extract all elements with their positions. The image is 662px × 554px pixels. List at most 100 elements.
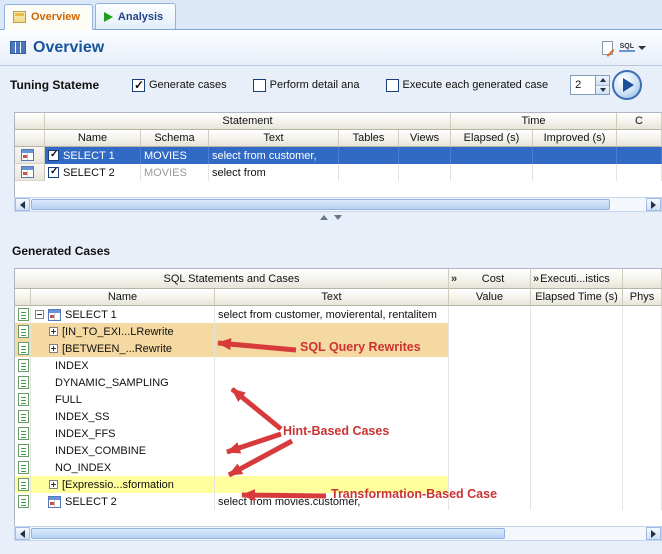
statement-row-select2[interactable]: SELECT 2 MOVIES select from — [15, 164, 662, 181]
case-count-stepper[interactable]: 2 — [570, 75, 610, 95]
tab-overview[interactable]: Overview — [4, 4, 93, 30]
checkbox-checked-icon[interactable] — [132, 79, 145, 92]
scrollbar-track[interactable] — [30, 527, 646, 540]
case-name-cell[interactable]: INDEX_COMBINE — [31, 442, 215, 459]
column-header-views[interactable]: Views — [399, 130, 451, 147]
case-row-hint[interactable]: INDEX_FFS — [15, 425, 662, 442]
perform-detail-checkbox[interactable]: Perform detail ana — [253, 79, 360, 92]
case-row-rewrite[interactable]: [IN_TO_EXI...LRewrite — [15, 323, 662, 340]
case-row-transformation[interactable]: [Expressio...sformation — [15, 476, 662, 493]
stepper-down-button[interactable] — [596, 85, 609, 95]
tab-analysis[interactable]: Analysis — [95, 3, 176, 29]
plan-doc-icon — [18, 359, 29, 372]
sql-menu-button[interactable]: SQL — [619, 38, 646, 58]
column-header-value[interactable]: Value — [449, 289, 531, 306]
row-icon-cell — [15, 340, 31, 357]
column-header-name[interactable]: Name — [45, 130, 141, 147]
case-name: NO_INDEX — [55, 462, 111, 474]
column-header-elapsed-time[interactable]: Elapsed Time (s) — [531, 289, 623, 306]
splitter-up-icon[interactable] — [320, 215, 328, 220]
scrollbar-track[interactable] — [30, 198, 646, 211]
generate-cases-checkbox[interactable]: Generate cases — [132, 79, 227, 92]
up-arrow-icon — [600, 78, 606, 82]
column-header-schema[interactable]: Schema — [141, 130, 209, 147]
statement-text-cell: select from — [209, 164, 339, 181]
column-header-elapsed[interactable]: Elapsed (s) — [451, 130, 533, 147]
column-header-text[interactable]: Text — [215, 289, 449, 306]
row-header-cell[interactable] — [15, 164, 45, 181]
column-header-text[interactable]: Text — [209, 130, 339, 147]
case-row-rewrite[interactable]: [BETWEEN_...Rewrite — [15, 340, 662, 357]
column-header-improved[interactable]: Improved (s) — [533, 130, 617, 147]
case-name-cell[interactable]: NO_INDEX — [31, 459, 215, 476]
collapse-chevron-icon[interactable]: » — [533, 273, 539, 285]
case-name-cell[interactable]: [IN_TO_EXI...LRewrite — [31, 323, 215, 340]
column-header-tables[interactable]: Tables — [339, 130, 399, 147]
case-row-select2[interactable]: SELECT 2 select from movies.customer, — [15, 493, 662, 510]
scrollbar-thumb[interactable] — [31, 528, 505, 539]
expander-plus-icon[interactable] — [49, 480, 58, 489]
group-header-statement[interactable]: Statement — [45, 113, 451, 130]
case-name-cell[interactable]: SELECT 2 — [31, 493, 215, 510]
corner-header-cell — [15, 113, 45, 130]
stepper-up-button[interactable] — [596, 76, 609, 85]
expander-minus-icon[interactable] — [35, 310, 44, 319]
case-count-value[interactable]: 2 — [571, 76, 595, 94]
grid-icon — [10, 41, 26, 54]
perform-detail-label: Perform detail ana — [270, 79, 360, 91]
row-icon-cell — [15, 459, 31, 476]
case-name-cell[interactable]: INDEX — [31, 357, 215, 374]
column-header-phys[interactable]: Phys — [623, 289, 662, 306]
row-header-cell[interactable] — [15, 147, 45, 164]
statements-horizontal-scrollbar[interactable] — [14, 197, 662, 212]
case-row-hint[interactable]: INDEX — [15, 357, 662, 374]
execute-each-checkbox[interactable]: Execute each generated case — [386, 79, 549, 92]
scroll-left-button[interactable] — [15, 527, 30, 540]
edit-sql-icon[interactable] — [602, 38, 613, 58]
splitter-down-icon[interactable] — [334, 215, 342, 220]
case-row-select1[interactable]: SELECT 1 select from customer, movierent… — [15, 306, 662, 323]
case-text-cell — [215, 476, 449, 493]
pane-splitter[interactable] — [0, 212, 662, 222]
row-icon-cell — [15, 323, 31, 340]
case-phys-cell — [623, 493, 662, 510]
group-header-cost[interactable]: » Cost — [449, 269, 531, 289]
statement-name-cell[interactable]: SELECT 1 — [45, 147, 141, 164]
scroll-right-button[interactable] — [646, 527, 661, 540]
case-name-cell[interactable]: INDEX_SS — [31, 408, 215, 425]
case-row-hint[interactable]: FULL — [15, 391, 662, 408]
scroll-left-button[interactable] — [15, 198, 30, 211]
group-header-execution-statistics[interactable]: » Executi...istics — [531, 269, 623, 289]
dropdown-caret-icon — [638, 46, 646, 50]
case-name-cell[interactable]: [Expressio...sformation — [31, 476, 215, 493]
overview-tab-icon — [13, 11, 26, 23]
case-name-cell[interactable]: INDEX_FFS — [31, 425, 215, 442]
row-icon-cell — [15, 374, 31, 391]
run-tuning-button[interactable] — [612, 70, 642, 100]
expander-plus-icon[interactable] — [49, 327, 58, 336]
statement-row-select1[interactable]: SELECT 1 MOVIES select from customer, — [15, 147, 662, 164]
case-name-cell[interactable]: [BETWEEN_...Rewrite — [31, 340, 215, 357]
column-header-name[interactable]: Name — [31, 289, 215, 306]
scroll-right-button[interactable] — [646, 198, 661, 211]
group-header-cut[interactable]: C — [617, 113, 662, 130]
cases-horizontal-scrollbar[interactable] — [14, 526, 662, 541]
case-row-hint[interactable]: DYNAMIC_SAMPLING — [15, 374, 662, 391]
group-header-time[interactable]: Time — [451, 113, 617, 130]
collapse-chevron-icon[interactable]: » — [451, 273, 457, 285]
case-name-cell[interactable]: SELECT 1 — [31, 306, 215, 323]
group-header-sql-statements[interactable]: SQL Statements and Cases — [15, 269, 449, 289]
case-row-hint[interactable]: INDEX_SS — [15, 408, 662, 425]
case-row-hint[interactable]: INDEX_COMBINE — [15, 442, 662, 459]
expander-plus-icon[interactable] — [49, 344, 58, 353]
case-name-cell[interactable]: DYNAMIC_SAMPLING — [31, 374, 215, 391]
scrollbar-thumb[interactable] — [31, 199, 610, 210]
case-name-cell[interactable]: FULL — [31, 391, 215, 408]
case-row-hint[interactable]: NO_INDEX — [15, 459, 662, 476]
statement-name-cell[interactable]: SELECT 2 — [45, 164, 141, 181]
checkbox-icon[interactable] — [386, 79, 399, 92]
checkbox-icon[interactable] — [253, 79, 266, 92]
plan-doc-icon — [18, 444, 29, 457]
row-checkbox-checked[interactable] — [48, 150, 59, 161]
row-checkbox-checked[interactable] — [48, 167, 59, 178]
